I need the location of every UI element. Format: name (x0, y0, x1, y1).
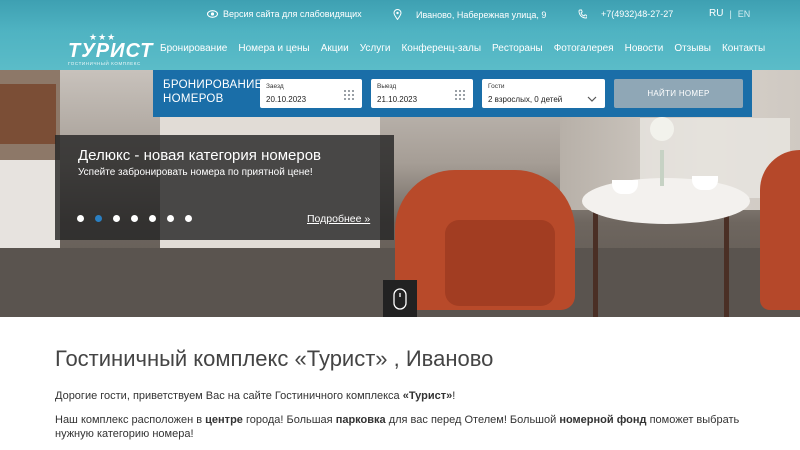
nav-item-gallery[interactable]: Фотогалерея (554, 43, 614, 54)
find-room-button[interactable]: НАЙТИ НОМЕР (614, 79, 743, 108)
booking-title-line1: БРОНИРОВАНИЕ (163, 79, 263, 91)
checkin-value: 20.10.2023 (266, 95, 307, 104)
intro-paragraph-1: Дорогие гости, приветствуем Вас на сайте… (55, 389, 455, 403)
nav-item-rooms[interactable]: Номера и цены (238, 43, 309, 54)
checkin-field[interactable]: Заезд 20.10.2023 (260, 79, 362, 108)
highlight-center: центре (205, 414, 243, 426)
logo-name: ТУРИСТ (68, 40, 154, 62)
hero-bg-table (582, 178, 750, 224)
nav-item-promotions[interactable]: Акции (321, 43, 349, 54)
intro-text: Дорогие гости, приветствуем Вас на сайте… (55, 390, 403, 402)
checkout-value: 21.10.2023 (377, 95, 418, 104)
logo-subtitle: ГОСТИНИЧНЫЙ КОМПЛЕКС (68, 61, 141, 66)
eye-icon (207, 10, 218, 18)
slide-text: Успейте забронировать номера по приятной… (78, 167, 313, 178)
booking-title-line2: НОМЕРОВ (163, 93, 224, 105)
scroll-down-button[interactable] (383, 280, 417, 317)
intro-text: ! (452, 390, 456, 402)
hero-bg-flower (650, 117, 674, 141)
main-nav: Бронирование Номера и цены Акции Услуги … (160, 43, 765, 54)
intro-text: Наш комплекс расположен в (55, 414, 206, 426)
map-pin-icon (393, 9, 402, 20)
nav-item-news[interactable]: Новости (625, 43, 664, 54)
site-header: Версия сайта для слабовидящих Иваново, Н… (0, 0, 800, 70)
highlight-parking: парковка (335, 414, 386, 426)
guests-label: Гости (488, 83, 505, 90)
nav-item-contacts[interactable]: Контакты (722, 43, 765, 54)
hero-bg-headboard (0, 84, 56, 144)
phone-text: +7(4932)48-27-27 (601, 9, 674, 19)
mouse-icon (393, 288, 407, 315)
checkout-field[interactable]: Выезд 21.10.2023 (371, 79, 473, 108)
slide-caption: Делюкс - новая категория номеров Успейте… (55, 135, 394, 240)
intro-text: города! Большая (242, 414, 336, 426)
intro-paragraph-2: Наш комплекс расположен в центре города!… (55, 413, 745, 441)
slider-dot-4[interactable] (131, 215, 138, 222)
nav-item-reviews[interactable]: Отзывы (674, 43, 711, 54)
lang-en[interactable]: EN (738, 9, 751, 19)
lang-ru[interactable]: RU (709, 8, 723, 19)
accessibility-link-label: Версия сайта для слабовидящих (223, 9, 362, 19)
nav-item-restaurants[interactable]: Рестораны (492, 43, 543, 54)
hero-bg-cup (692, 176, 718, 190)
slider-pagination (77, 215, 192, 222)
highlight-room-stock: номерной фонд (559, 414, 647, 426)
booking-form: БРОНИРОВАНИЕ НОМЕРОВ Заезд 20.10.2023 Вы… (153, 70, 752, 117)
slide-heading: Делюкс - новая категория номеров (78, 147, 322, 164)
hero-bg-table-leg (724, 208, 729, 317)
hero-bg-cup (612, 180, 638, 194)
hotel-name-bold: «Турист» (402, 390, 453, 402)
lang-separator: | (729, 8, 732, 19)
slider-dot-7[interactable] (185, 215, 192, 222)
phone-link[interactable]: +7(4932)48-27-27 (578, 9, 673, 19)
hero-bg-vase (660, 150, 664, 186)
address-item: Иваново, Набережная улица, 9 (393, 9, 546, 20)
site-logo[interactable]: ★★★ ТУРИСТ ГОСТИНИЧНЫЙ КОМПЛЕКС (66, 33, 152, 67)
nav-item-conference[interactable]: Конференц-залы (401, 43, 481, 54)
slider-dot-5[interactable] (149, 215, 156, 222)
slider-dot-3[interactable] (113, 215, 120, 222)
phone-icon (578, 9, 587, 19)
address-text: Иваново, Набережная улица, 9 (416, 9, 547, 20)
page-title: Гостиничный комплекс «Турист» , Иваново (55, 346, 494, 371)
slider-dot-6[interactable] (167, 215, 174, 222)
calendar-icon (344, 87, 354, 105)
calendar-icon (455, 87, 465, 105)
hero-bg-armchair-right (760, 150, 800, 310)
hero-bg-armchair-seat (445, 220, 555, 306)
guests-value: 2 взрослых, 0 детей (488, 95, 563, 104)
accessibility-link[interactable]: Версия сайта для слабовидящих (207, 9, 362, 19)
intro-text: для вас перед Отелем! Большой (385, 414, 560, 426)
checkout-label: Выезд (377, 83, 397, 90)
top-bar: Версия сайта для слабовидящих Иваново, Н… (0, 0, 800, 30)
slide-more-link[interactable]: Подробнее » (307, 213, 370, 225)
hero-bg-table-leg (593, 208, 598, 317)
nav-item-booking[interactable]: Бронирование (160, 43, 227, 54)
slider-dot-1[interactable] (77, 215, 84, 222)
checkin-label: Заезд (266, 83, 284, 90)
language-switcher: RU | EN (709, 8, 750, 19)
intro-section: Гостиничный комплекс «Турист» , Иваново … (55, 345, 755, 440)
guests-field[interactable]: Гости 2 взрослых, 0 детей (482, 79, 605, 108)
booking-title: БРОНИРОВАНИЕ НОМЕРОВ (163, 78, 263, 106)
chevron-down-icon (587, 89, 597, 107)
nav-item-services[interactable]: Услуги (360, 43, 391, 54)
slider-dot-2[interactable] (95, 215, 102, 222)
